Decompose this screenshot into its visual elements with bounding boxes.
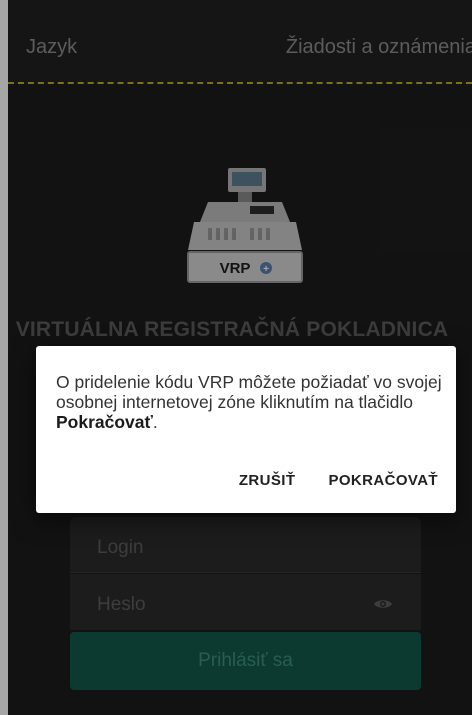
dialog-actions: ZRUŠIŤ POKRAČOVAŤ xyxy=(239,472,438,489)
dialog-message: O pridelenie kódu VRP môžete požiadať vo… xyxy=(56,372,448,432)
dialog-message-bold: Pokračovať xyxy=(56,412,153,432)
continue-button[interactable]: POKRAČOVAŤ xyxy=(328,472,438,489)
cancel-button[interactable]: ZRUŠIŤ xyxy=(239,472,296,489)
dialog-message-text: O pridelenie kódu VRP môžete požiadať vo… xyxy=(56,372,442,412)
vrp-code-dialog: O pridelenie kódu VRP môžete požiadať vo… xyxy=(36,346,456,513)
dialog-message-end: . xyxy=(152,412,158,432)
